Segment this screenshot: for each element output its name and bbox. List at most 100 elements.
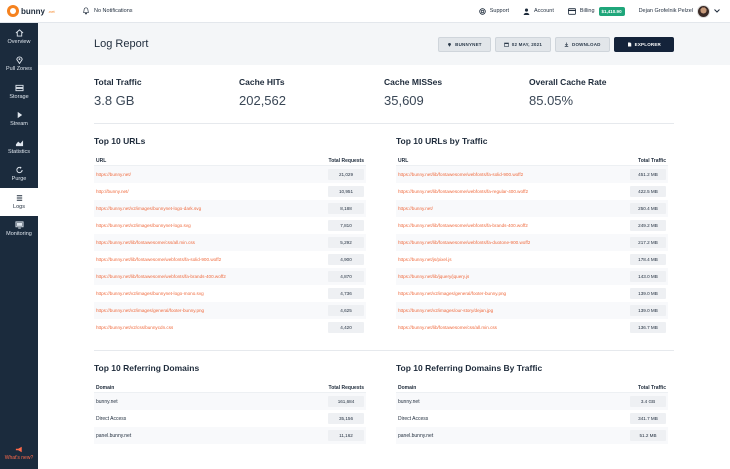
table-row: bunny.net 3.4 GB (396, 393, 668, 410)
value-badge: 4,625 (328, 305, 364, 316)
stat-value: 85.05% (529, 93, 574, 108)
table-row: https://bunny.net/250.4 MB (396, 200, 668, 217)
play-icon (17, 112, 22, 119)
value-badge: 21,029 (328, 169, 364, 180)
value-badge: 139.0 MB (630, 288, 666, 299)
sidebar-item-pull-zones[interactable]: Pull Zones (0, 51, 38, 79)
top-domains-panel: Top 10 Referring Domains Domain Total Re… (94, 363, 366, 444)
domain-name: panel.bunny.net (96, 432, 132, 439)
panel-title: Top 10 Referring Domains (94, 363, 200, 373)
url-link[interactable]: https://bunny.net/js/pixel.js (398, 257, 452, 262)
value-badge: 35,156 (328, 413, 364, 424)
sidebar-item-stream[interactable]: Stream (0, 106, 38, 134)
url-link[interactable]: http://bunny.net/ (96, 189, 129, 194)
url-link[interactable]: https://bunny.net/lib/jquery/jquery.js (398, 274, 469, 279)
table-row: Direct Access 341.7 MB (396, 410, 668, 427)
column-header-traffic: Total Traffic (638, 158, 666, 164)
explorer-button[interactable]: EXPLORER (613, 36, 674, 52)
url-link[interactable]: https://bunny.net/lib/fontawesome/webfon… (398, 189, 528, 194)
table-row: https://bunny.net/v2/images/bunnynet-log… (94, 217, 366, 234)
sidebar-item-storage[interactable]: Storage (0, 78, 38, 106)
value-badge: 5,292 (328, 237, 364, 248)
sidebar-item-label: Storage (9, 93, 29, 100)
sidebar-item-label: Monitoring (6, 231, 32, 238)
table-row: https://bunny.net/lib/fontawesome/webfon… (396, 166, 668, 183)
url-link[interactable]: https://bunny.net/lib/fontawesome/css/al… (96, 240, 195, 245)
bell-icon (83, 7, 89, 15)
sidebar-item-label: Logs (13, 203, 25, 210)
page-title: Log Report (94, 38, 149, 50)
url-link[interactable]: https://bunny.net/v2/images/general/foot… (96, 308, 204, 313)
url-link[interactable]: https://bunny.net/v2/images/bunnynet-log… (96, 206, 201, 211)
user-menu[interactable]: Dejan Grofelnik Pelzel (639, 4, 720, 18)
document-icon (627, 42, 631, 46)
stat-cache-rate: Overall Cache Rate 85.05% (529, 77, 674, 108)
balance-badge: $1,410.90 (598, 6, 625, 16)
top-domains-traffic-panel: Top 10 Referring Domains By Traffic Doma… (396, 363, 668, 444)
chart-icon (15, 140, 23, 146)
table-row: bunny.net 161,684 (94, 393, 366, 410)
sidebar-item-logs[interactable]: Logs (0, 188, 38, 216)
column-header-domain: Domain (398, 385, 417, 391)
url-link[interactable]: https://bunny.net/ (398, 206, 433, 211)
top-urls-panel: Top 10 URLs URL Total Requests https://b… (94, 136, 366, 336)
url-link[interactable]: https://bunny.net/v2/images/bunnynet-log… (96, 291, 204, 296)
sidebar-item-monitoring[interactable]: Monitoring (0, 216, 38, 244)
url-link[interactable]: https://bunny.net/v2/css/bunnycdn.css (96, 325, 173, 330)
billing-link[interactable]: Billing $1,410.90 (567, 6, 625, 16)
date-picker-button[interactable]: 02 MAY, 2021 (494, 36, 552, 52)
url-link[interactable]: https://bunny.net/v2/images/bunnynet-log… (96, 223, 191, 228)
sidebar-item-label: Statistics (7, 148, 30, 155)
value-badge: 178.4 MB (630, 254, 666, 265)
value-badge: 139.0 MB (630, 305, 666, 316)
home-icon (15, 29, 23, 37)
sidebar: Overview Pull Zones Storage Stream Stati… (0, 23, 38, 469)
page-header: Log Report BUNNYNET 02 MAY, 2021 DOWNLOA… (38, 23, 730, 65)
whats-new-link[interactable]: What's new? (0, 446, 38, 461)
stat-cache-hits: Cache HITs 202,562 (239, 77, 384, 108)
url-link[interactable]: https://bunny.net/lib/fontawesome/webfon… (96, 274, 226, 279)
sidebar-item-purge[interactable]: Purge (0, 161, 38, 189)
value-badge: 451.2 MB (630, 169, 666, 180)
panel-title: Top 10 Referring Domains By Traffic (396, 363, 543, 373)
download-button[interactable]: DOWNLOAD (555, 36, 610, 52)
sidebar-item-overview[interactable]: Overview (0, 23, 38, 51)
value-badge: 11,162 (328, 430, 364, 441)
table-body: bunny.net 3.4 GB Direct Access 341.7 MB pane… (396, 393, 668, 444)
value-badge: 51.2 MB (630, 430, 666, 441)
stat-value: 3.8 GB (94, 93, 135, 108)
calendar-icon (503, 42, 509, 47)
url-link[interactable]: https://bunny.net/v2/images/our-story/de… (398, 308, 493, 313)
url-link[interactable]: https://bunny.net/ (96, 172, 131, 177)
value-badge: 4,900 (328, 254, 364, 265)
notifications-button[interactable]: No Notifications (82, 7, 133, 15)
support-link[interactable]: Support (478, 7, 509, 15)
column-header-url: URL (96, 158, 107, 164)
column-header-requests: Total Requests (328, 385, 364, 391)
location-pin-icon (448, 42, 452, 47)
pull-zone-selector[interactable]: BUNNYNET (438, 36, 491, 52)
stat-total-traffic: Total Traffic 3.8 GB (94, 77, 239, 108)
url-link[interactable]: https://bunny.net/lib/fontawesome/webfon… (96, 257, 221, 262)
sidebar-item-statistics[interactable]: Statistics (0, 133, 38, 161)
url-link[interactable]: https://bunny.net/v2/images/general/foot… (398, 291, 506, 296)
top-domains-section: Top 10 Referring Domains Domain Total Re… (38, 351, 730, 444)
value-badge: 3.4 GB (630, 396, 666, 407)
user-icon (523, 8, 530, 15)
domain-name: bunny.net (96, 398, 118, 405)
account-link[interactable]: Account (523, 8, 554, 15)
support-icon (478, 7, 486, 15)
url-link[interactable]: https://bunny.net/lib/fontawesome/webfon… (398, 172, 523, 177)
url-link[interactable]: https://bunny.net/lib/fontawesome/webfon… (398, 240, 530, 245)
table-header: URL Total Traffic (396, 157, 668, 166)
url-link[interactable]: https://bunny.net/lib/fontawesome/webfon… (398, 223, 528, 228)
url-link[interactable]: https://bunny.net/lib/fontawesome/css/al… (398, 325, 497, 330)
column-header-traffic: Total Traffic (638, 385, 666, 391)
table-row: https://bunny.net/lib/fontawesome/webfon… (94, 268, 366, 285)
panel-title: Top 10 URLs by Traffic (396, 136, 488, 146)
table-row: https://bunny.net/v2/images/our-story/de… (396, 302, 668, 319)
brand-logo[interactable]: bunny .net (0, 5, 60, 17)
date-label: 02 MAY, 2021 (511, 41, 543, 47)
location-pin-icon (15, 56, 23, 65)
value-badge: 7,810 (328, 220, 364, 231)
